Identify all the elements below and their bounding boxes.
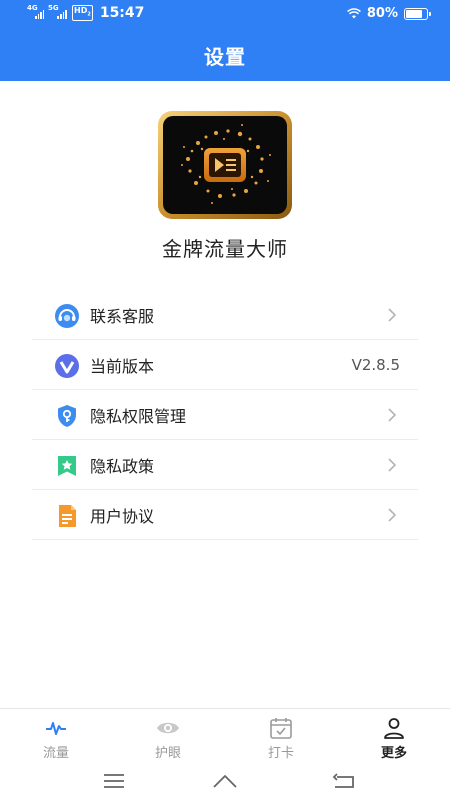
tab-check-in[interactable]: 打卡 [225,709,337,765]
chevron-right-icon [388,408,397,422]
network-type-2: 5G [48,4,59,12]
cellular-signal-icon: 4G [27,4,44,19]
privacy-policy-icon [58,456,76,476]
privacy-permission-label: 隐私权限管理 [90,406,187,426]
cellular-signal-icon-2: 5G [48,4,67,19]
tab-check-in-label: 打卡 [267,746,294,761]
wifi-icon [346,8,361,19]
privacy-permission-icon [58,405,76,427]
customer-service-icon [55,304,79,328]
chevron-right-icon [388,508,397,522]
tab-traffic[interactable]: 流量 [0,709,112,765]
current-version-label: 当前版本 [90,356,155,376]
clock: 15:47 [99,5,145,21]
user-agreement-label: 用户协议 [90,506,155,526]
eye-icon [157,722,179,734]
current-version-item[interactable]: 当前版本 V2.8.5 [32,340,418,390]
user-agreement-item[interactable]: 用户协议 [32,490,418,540]
tab-more[interactable]: 更多 [338,709,450,765]
app-name: 金牌流量大师 [162,237,288,261]
tab-traffic-label: 流量 [42,746,69,761]
privacy-policy-label: 隐私政策 [90,456,155,476]
calendar-check-icon [270,718,292,739]
version-icon [55,354,79,378]
home-icon[interactable] [212,772,238,790]
chevron-right-icon [388,458,397,472]
app-logo [158,111,292,219]
chevron-right-icon [388,308,397,322]
battery-percent: 80% [366,6,398,21]
contact-support-item[interactable]: 联系客服 [32,290,418,340]
hd-voice-badge: HD2 [72,5,93,21]
tab-more-label: 更多 [380,746,407,761]
bottom-tab-bar: 流量 护眼 打卡 更多 [0,708,450,764]
status-bar: 4G 5G HD2 15:47 80% [0,0,450,28]
tab-eye-care[interactable]: 护眼 [112,709,224,765]
system-nav-bar [0,764,450,800]
user-agreement-icon [59,505,76,527]
back-icon[interactable] [331,772,357,790]
privacy-policy-item[interactable]: 隐私政策 [32,440,418,490]
contact-support-label: 联系客服 [90,306,155,326]
page-title: 设置 [204,45,246,69]
menu-icon[interactable] [101,772,127,790]
battery-icon [404,7,431,20]
title-bar: 4G 5G HD2 15:47 80% 设置 [0,0,450,81]
tab-eye-care-label: 护眼 [154,746,181,761]
person-icon [384,718,404,739]
settings-list: 联系客服 当前版本 V2.8.5 隐私权限管理 隐私政策 用户协议 [32,290,418,540]
network-type-1: 4G [27,4,38,12]
version-value: V2.8.5 [351,355,400,374]
privacy-permission-item[interactable]: 隐私权限管理 [32,390,418,440]
traffic-wave-icon [46,722,66,735]
